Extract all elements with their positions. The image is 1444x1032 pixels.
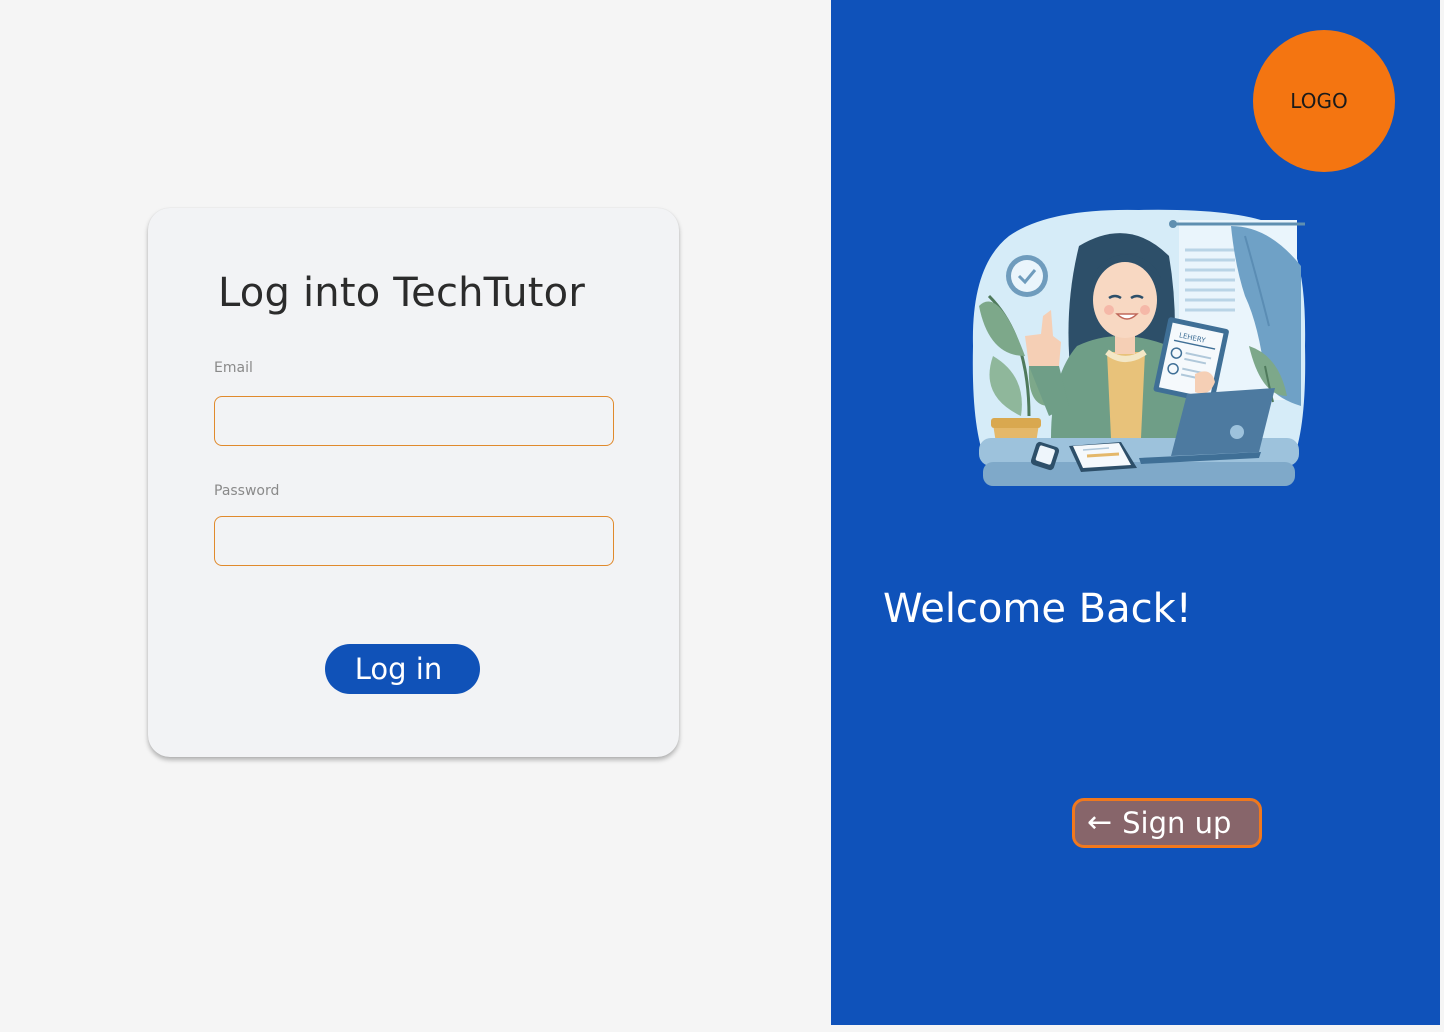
login-card: Log into TechTutor Email Password Log in [148, 208, 679, 757]
page-title: Log into TechTutor [218, 270, 585, 316]
logo: LOGO [1253, 30, 1395, 172]
email-label: Email [214, 360, 253, 376]
welcome-heading: Welcome Back! [883, 586, 1192, 632]
login-section: Log into TechTutor Email Password Log in [0, 0, 831, 1032]
password-label: Password [214, 483, 280, 499]
woman-at-desk-illustration: LEHERY [972, 209, 1306, 486]
signup-button[interactable]: ← Sign up [1072, 798, 1262, 848]
email-field[interactable] [214, 396, 614, 446]
signup-button-label: Sign up [1122, 806, 1232, 840]
password-field[interactable] [214, 516, 614, 566]
login-button[interactable]: Log in [325, 644, 480, 694]
welcome-panel: LOGO LEHERY Welcome Back! ← Sign up [831, 0, 1440, 1025]
arrow-left-icon: ← [1087, 805, 1113, 840]
